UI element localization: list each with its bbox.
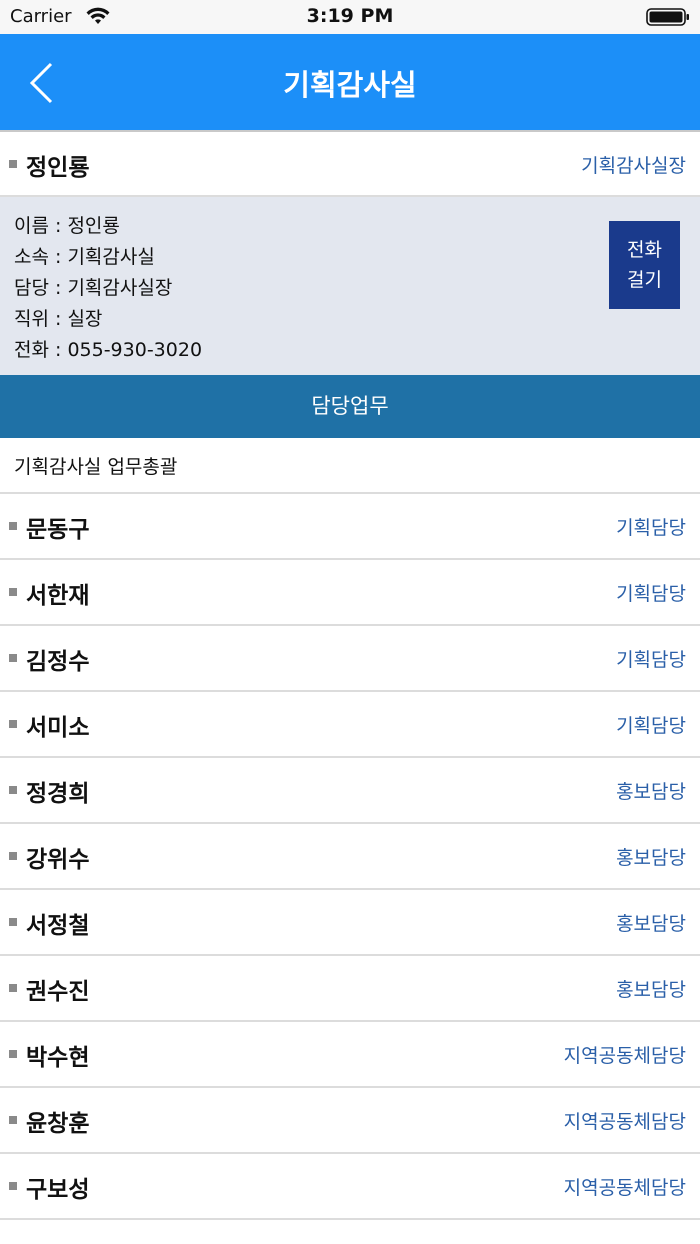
staff-role: 기획담당 <box>616 649 686 671</box>
staff-role: 홍보담당 <box>616 847 686 869</box>
call-button[interactable]: 전화 걸기 <box>609 221 680 309</box>
square-bullet-icon <box>9 786 17 794</box>
staff-name: 김정수 <box>26 649 90 675</box>
staff-name: 서정철 <box>26 913 90 939</box>
call-button-label-line2: 걸기 <box>627 269 662 291</box>
staff-row[interactable]: 강위수 홍보담당 <box>0 824 700 890</box>
staff-row[interactable]: 윤창훈 지역공동체담당 <box>0 1088 700 1154</box>
staff-row[interactable]: 정경희 홍보담당 <box>0 758 700 824</box>
square-bullet-icon <box>9 1050 17 1058</box>
staff-row[interactable]: 권수진 홍보담당 <box>0 956 700 1022</box>
detail-department: 소속 : 기획감사실 <box>14 246 155 268</box>
square-bullet-icon <box>9 160 17 168</box>
status-bar: Carrier 3:19 PM <box>0 0 700 34</box>
staff-role: 기획담당 <box>616 583 686 605</box>
staff-row[interactable]: 구보성 지역공동체담당 <box>0 1154 700 1220</box>
staff-role: 기획담당 <box>616 715 686 737</box>
square-bullet-icon <box>9 522 17 530</box>
square-bullet-icon <box>9 1182 17 1190</box>
staff-name: 강위수 <box>26 847 90 873</box>
head-role: 기획감사실장 <box>581 155 686 177</box>
staff-role: 홍보담당 <box>616 781 686 803</box>
staff-role: 기획담당 <box>616 517 686 539</box>
staff-name: 문동구 <box>26 517 90 543</box>
detail-position: 직위 : 실장 <box>14 308 103 330</box>
staff-role: 홍보담당 <box>616 979 686 1001</box>
duty-header: 담당업무 <box>0 375 700 438</box>
square-bullet-icon <box>9 588 17 596</box>
square-bullet-icon <box>9 852 17 860</box>
clock-time: 3:19 PM <box>306 5 394 27</box>
staff-name: 구보성 <box>26 1177 90 1203</box>
detail-name: 이름 : 정인룡 <box>14 215 120 237</box>
staff-row[interactable]: 문동구 기획담당 <box>0 494 700 560</box>
square-bullet-icon <box>9 1116 17 1124</box>
head-name: 정인룡 <box>26 155 90 181</box>
head-row[interactable]: 정인룡 기획감사실장 <box>0 132 700 197</box>
duty-text: 기획감사실 업무총괄 <box>14 456 178 478</box>
page-title: 기획감사실 <box>283 68 417 102</box>
staff-name: 윤창훈 <box>26 1111 90 1137</box>
staff-role: 지역공동체담당 <box>563 1045 686 1067</box>
staff-role: 지역공동체담당 <box>563 1111 686 1133</box>
staff-row[interactable]: 박수현 지역공동체담당 <box>0 1022 700 1088</box>
staff-name: 서미소 <box>26 715 90 741</box>
detail-panel: 이름 : 정인룡 소속 : 기획감사실 담당 : 기획감사실장 직위 : 실장 … <box>0 197 700 375</box>
square-bullet-icon <box>9 654 17 662</box>
staff-row[interactable]: 서미소 기획담당 <box>0 692 700 758</box>
detail-phone: 전화 : 055-930-3020 <box>14 339 203 361</box>
staff-row[interactable]: 서정철 홍보담당 <box>0 890 700 956</box>
detail-duty: 담당 : 기획감사실장 <box>14 277 173 299</box>
staff-name: 정경희 <box>26 781 90 807</box>
call-button-label-line1: 전화 <box>627 239 662 261</box>
square-bullet-icon <box>9 984 17 992</box>
staff-role: 지역공동체담당 <box>563 1177 686 1199</box>
staff-name: 서한재 <box>26 583 90 609</box>
staff-row[interactable]: 김정수 기획담당 <box>0 626 700 692</box>
square-bullet-icon <box>9 720 17 728</box>
square-bullet-icon <box>9 918 17 926</box>
duty-description: 기획감사실 업무총괄 <box>0 438 700 494</box>
staff-role: 홍보담당 <box>616 913 686 935</box>
staff-name: 박수현 <box>26 1045 90 1071</box>
navigation-bar: 기획감사실 <box>0 34 700 130</box>
staff-row[interactable]: 서한재 기획담당 <box>0 560 700 626</box>
battery-icon <box>646 8 689 26</box>
staff-name: 권수진 <box>26 979 90 1005</box>
